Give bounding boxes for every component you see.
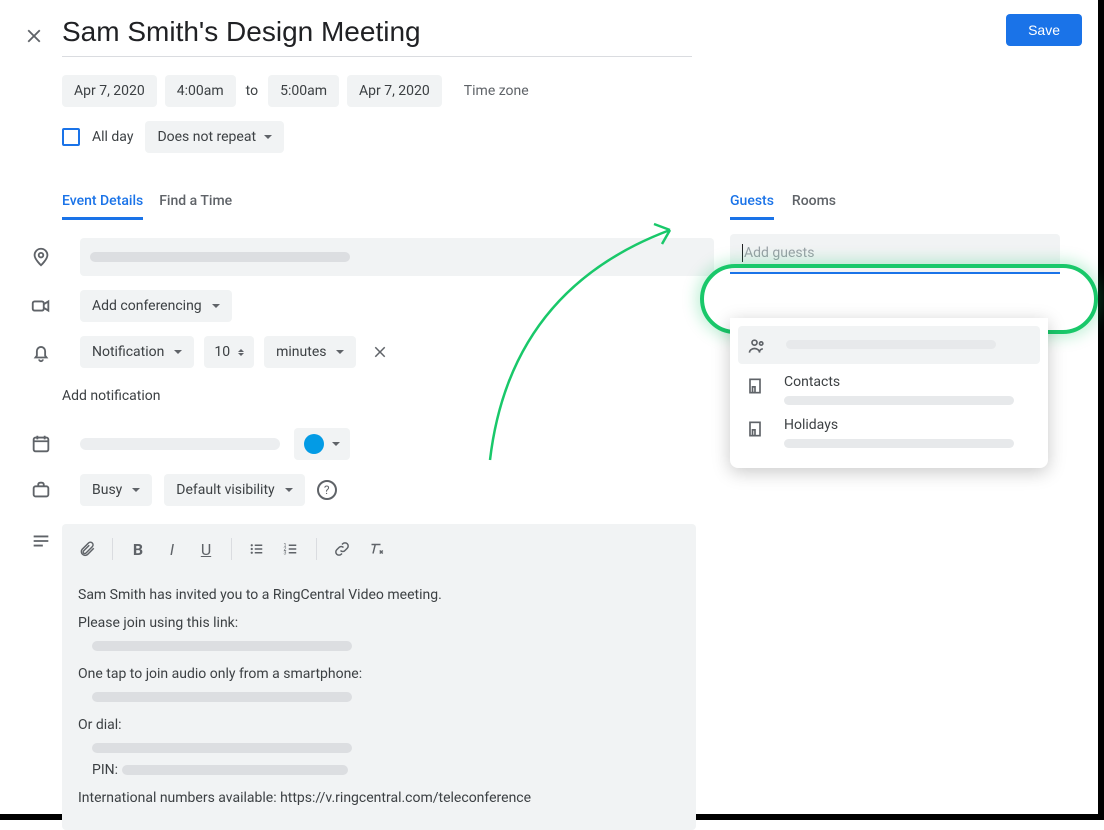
desc-line: Or dial: PIN: bbox=[78, 714, 680, 781]
event-title-input[interactable] bbox=[62, 12, 692, 57]
conferencing-label: Add conferencing bbox=[92, 298, 202, 314]
suggestion-label: Holidays bbox=[784, 417, 1034, 433]
datetime-row: Apr 7, 2020 4:00am to 5:00am Apr 7, 2020… bbox=[62, 75, 1098, 107]
tab-rooms[interactable]: Rooms bbox=[792, 193, 836, 220]
guests-suggestion-dropdown: Contacts Holidays bbox=[730, 318, 1048, 468]
suggestion-item[interactable] bbox=[738, 326, 1040, 364]
calendar-icon bbox=[20, 433, 62, 455]
tab-find-a-time[interactable]: Find a Time bbox=[159, 193, 232, 220]
allday-checkbox[interactable] bbox=[62, 128, 80, 146]
numbered-list-button[interactable]: 123 bbox=[276, 534, 306, 564]
description-box: B I U 123 bbox=[62, 524, 696, 830]
bullet-list-button[interactable] bbox=[242, 534, 272, 564]
people-icon bbox=[746, 336, 768, 356]
room-icon bbox=[744, 376, 766, 396]
remove-notification-button[interactable] bbox=[366, 338, 394, 366]
italic-button[interactable]: I bbox=[157, 534, 187, 564]
desc-line: International numbers available: https:/… bbox=[78, 787, 680, 809]
save-button[interactable]: Save bbox=[1006, 14, 1082, 46]
chevron-down-icon bbox=[264, 135, 272, 143]
location-input[interactable] bbox=[80, 238, 714, 276]
help-icon[interactable]: ? bbox=[317, 480, 337, 500]
bell-icon bbox=[20, 341, 62, 363]
timezone-link[interactable]: Time zone bbox=[464, 83, 529, 99]
chevron-down-icon bbox=[336, 350, 344, 358]
close-button[interactable] bbox=[20, 22, 48, 50]
repeat-label: Does not repeat bbox=[157, 129, 256, 145]
allday-label: All day bbox=[92, 129, 133, 145]
add-conferencing-select[interactable]: Add conferencing bbox=[80, 290, 232, 322]
add-notification-link[interactable]: Add notification bbox=[62, 382, 720, 404]
clear-formatting-button[interactable] bbox=[361, 534, 391, 564]
chevron-down-icon bbox=[332, 442, 340, 450]
end-time-chip[interactable]: 5:00am bbox=[268, 75, 339, 107]
to-label: to bbox=[244, 83, 260, 99]
chevron-down-icon bbox=[285, 488, 293, 496]
description-toolbar: B I U 123 bbox=[62, 524, 696, 574]
visibility-select[interactable]: Default visibility bbox=[164, 474, 304, 506]
briefcase-icon bbox=[20, 479, 62, 501]
start-date-chip[interactable]: Apr 7, 2020 bbox=[62, 75, 157, 107]
chevron-down-icon bbox=[132, 488, 140, 496]
calendar-select[interactable] bbox=[80, 438, 280, 450]
desc-line: Please join using this link: bbox=[78, 612, 680, 657]
desc-line: Sam Smith has invited you to a RingCentr… bbox=[78, 584, 680, 606]
notification-unit-select[interactable]: minutes bbox=[264, 336, 356, 368]
svg-text:3: 3 bbox=[284, 550, 287, 556]
tab-event-details[interactable]: Event Details bbox=[62, 193, 143, 220]
suggestion-label: Contacts bbox=[784, 374, 1034, 390]
bold-button[interactable]: B bbox=[123, 534, 153, 564]
desc-line: One tap to join audio only from a smartp… bbox=[78, 663, 680, 708]
tab-guests[interactable]: Guests bbox=[730, 193, 774, 220]
attach-icon[interactable] bbox=[72, 534, 102, 564]
repeat-select[interactable]: Does not repeat bbox=[145, 121, 284, 153]
color-dot bbox=[304, 434, 324, 454]
video-icon bbox=[20, 295, 62, 317]
end-date-chip[interactable]: Apr 7, 2020 bbox=[347, 75, 442, 107]
notification-type-select[interactable]: Notification bbox=[80, 336, 194, 368]
busy-select[interactable]: Busy bbox=[80, 474, 152, 506]
description-icon bbox=[20, 530, 62, 552]
underline-button[interactable]: U bbox=[191, 534, 221, 564]
add-guests-input[interactable]: Add guests bbox=[730, 234, 1060, 274]
description-body[interactable]: Sam Smith has invited you to a RingCentr… bbox=[62, 574, 696, 810]
chevron-down-icon bbox=[212, 304, 220, 312]
start-time-chip[interactable]: 4:00am bbox=[165, 75, 236, 107]
suggestion-item-holidays[interactable]: Holidays bbox=[730, 411, 1048, 454]
notification-value-input[interactable]: 10 bbox=[204, 336, 254, 368]
suggestion-item-contacts[interactable]: Contacts bbox=[730, 368, 1048, 411]
link-button[interactable] bbox=[327, 534, 357, 564]
chevron-down-icon bbox=[174, 350, 182, 358]
location-icon bbox=[20, 246, 62, 268]
room-icon bbox=[744, 419, 766, 439]
add-guests-placeholder: Add guests bbox=[744, 245, 814, 261]
event-color-select[interactable] bbox=[294, 428, 350, 460]
stepper-icon bbox=[238, 346, 244, 359]
